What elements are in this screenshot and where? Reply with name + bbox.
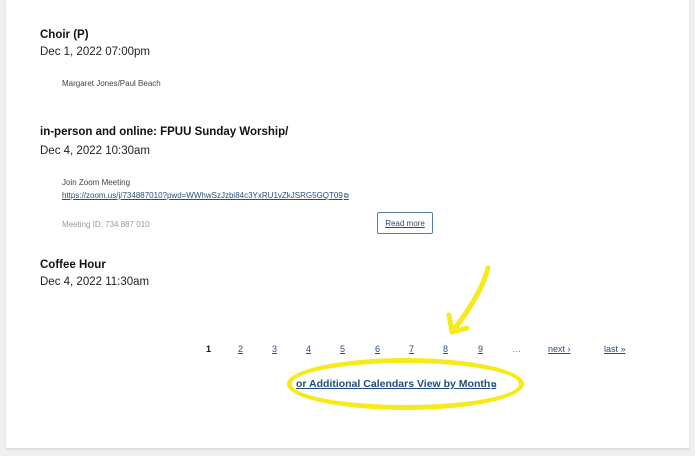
pager-page-7[interactable]: 7 xyxy=(409,344,414,354)
pager-page-4[interactable]: 4 xyxy=(306,344,311,354)
pager-current-page: 1 xyxy=(206,344,212,354)
zoom-link-text[interactable]: https://zoom.us/j/734887010?pwd=WWhwSzJz… xyxy=(62,191,343,200)
external-link-icon: ⧉ xyxy=(491,382,497,389)
event-detail-choir: Margaret Jones/Paul Beach xyxy=(62,79,161,88)
pager-page-2[interactable]: 2 xyxy=(238,344,243,354)
pager-page-3[interactable]: 3 xyxy=(272,344,277,354)
pager-last[interactable]: last » xyxy=(604,344,626,354)
additional-calendars-link[interactable]: or Additional Calendars View by Month⧉ xyxy=(296,378,496,390)
event-date-worship: Dec 4, 2022 10:30am xyxy=(40,145,150,157)
event-title-coffee: Coffee Hour xyxy=(40,259,106,271)
event-title-choir: Choir (P) xyxy=(40,29,89,41)
event-detail-worship: Join Zoom Meeting xyxy=(62,178,131,187)
read-more-button[interactable]: Read more xyxy=(377,212,433,234)
zoom-link[interactable]: https://zoom.us/j/734887010?pwd=WWhwSzJz… xyxy=(62,191,349,201)
pager-page-5[interactable]: 5 xyxy=(340,344,345,354)
meeting-id: Meeting ID: 734 887 010 xyxy=(62,220,150,229)
pager-ellipsis: … xyxy=(512,344,521,354)
pager-page-9[interactable]: 9 xyxy=(478,344,483,354)
external-link-icon: ⧉ xyxy=(343,193,349,200)
additional-calendars-link-text[interactable]: or Additional Calendars View by Month xyxy=(296,378,490,390)
pager-page-6[interactable]: 6 xyxy=(375,344,380,354)
pager-next[interactable]: next › xyxy=(548,344,571,354)
event-title-worship: in-person and online: FPUU Sunday Worshi… xyxy=(40,126,289,138)
event-date-coffee: Dec 4, 2022 11:30am xyxy=(40,276,150,288)
pager-page-8[interactable]: 8 xyxy=(443,344,448,354)
event-date-choir: Dec 1, 2022 07:00pm xyxy=(40,46,150,58)
